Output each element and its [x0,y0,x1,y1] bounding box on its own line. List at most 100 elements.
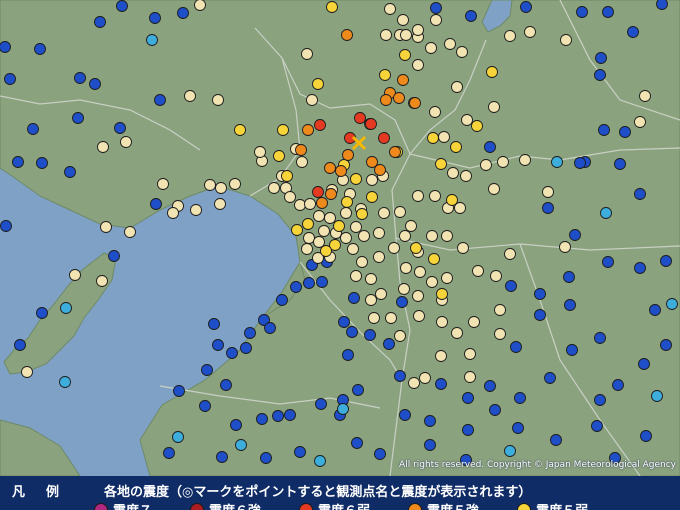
station-marker[interactable] [216,451,228,463]
station-marker[interactable] [591,420,603,432]
station-marker[interactable] [409,97,421,109]
station-marker[interactable] [59,376,71,388]
station-marker[interactable] [594,394,606,406]
station-marker[interactable] [494,328,506,340]
station-marker[interactable] [276,294,288,306]
station-marker[interactable] [534,288,546,300]
station-marker[interactable] [446,194,458,206]
station-marker[interactable] [296,156,308,168]
station-marker[interactable] [419,372,431,384]
station-marker[interactable] [120,136,132,148]
station-marker[interactable] [410,242,422,254]
station-marker[interactable] [303,232,315,244]
station-marker[interactable] [326,1,338,13]
station-marker[interactable] [212,339,224,351]
station-marker[interactable] [304,198,316,210]
station-marker[interactable] [312,78,324,90]
station-marker[interactable] [612,379,624,391]
station-marker[interactable] [290,281,302,293]
station-marker[interactable] [374,164,386,176]
station-marker[interactable] [163,447,175,459]
station-marker[interactable] [598,124,610,136]
station-marker[interactable] [412,24,424,36]
station-marker[interactable] [614,158,626,170]
station-marker[interactable] [563,271,575,283]
station-marker[interactable] [215,182,227,194]
station-marker[interactable] [394,370,406,382]
station-marker[interactable] [354,112,366,124]
station-marker[interactable] [447,167,459,179]
station-marker[interactable] [14,339,26,351]
station-marker[interactable] [426,230,438,242]
station-marker[interactable] [324,212,336,224]
station-marker[interactable] [430,2,442,14]
station-marker[interactable] [220,379,232,391]
station-marker[interactable] [212,94,224,106]
station-marker[interactable] [337,403,349,415]
station-marker[interactable] [204,179,216,191]
station-marker[interactable] [318,225,330,237]
station-marker[interactable] [435,158,447,170]
station-marker[interactable] [569,229,581,241]
station-marker[interactable] [348,292,360,304]
station-marker[interactable] [373,227,385,239]
station-marker[interactable] [435,378,447,390]
station-marker[interactable] [426,276,438,288]
station-marker[interactable] [365,118,377,130]
station-marker[interactable] [602,6,614,18]
station-marker[interactable] [21,366,33,378]
station-marker[interactable] [594,69,606,81]
station-marker[interactable] [394,330,406,342]
station-marker[interactable] [190,204,202,216]
station-marker[interactable] [194,0,206,11]
station-marker[interactable] [574,157,586,169]
station-marker[interactable] [74,72,86,84]
station-marker[interactable] [441,272,453,284]
station-marker[interactable] [27,123,39,135]
station-marker[interactable] [488,183,500,195]
station-marker[interactable] [412,190,424,202]
station-marker[interactable] [465,10,477,22]
station-marker[interactable] [240,342,252,354]
station-marker[interactable] [312,186,324,198]
station-marker[interactable] [639,90,651,102]
station-marker[interactable] [389,146,401,158]
station-marker[interactable] [414,266,426,278]
station-marker[interactable] [484,380,496,392]
station-marker[interactable] [199,400,211,412]
station-marker[interactable] [520,1,532,13]
station-marker[interactable] [325,188,337,200]
station-marker[interactable] [651,390,663,402]
station-marker[interactable] [451,327,463,339]
station-marker[interactable] [542,186,554,198]
station-marker[interactable] [600,207,612,219]
station-marker[interactable] [550,434,562,446]
station-marker[interactable] [472,265,484,277]
station-marker[interactable] [378,207,390,219]
station-marker[interactable] [408,377,420,389]
station-marker[interactable] [365,294,377,306]
station-marker[interactable] [497,156,509,168]
station-marker[interactable] [340,207,352,219]
station-marker[interactable] [36,157,48,169]
station-marker[interactable] [314,119,326,131]
station-marker[interactable] [634,188,646,200]
station-marker[interactable] [488,101,500,113]
station-marker[interactable] [430,14,442,26]
station-marker[interactable] [320,245,332,257]
station-marker[interactable] [519,154,531,166]
station-marker[interactable] [295,144,307,156]
station-marker[interactable] [272,410,284,422]
station-marker[interactable] [380,29,392,41]
station-marker[interactable] [373,251,385,263]
station-marker[interactable] [468,316,480,328]
station-marker[interactable] [72,112,84,124]
station-marker[interactable] [494,304,506,316]
station-marker[interactable] [576,6,588,18]
station-marker[interactable] [116,0,128,12]
station-marker[interactable] [490,270,502,282]
station-marker[interactable] [0,220,12,232]
station-marker[interactable] [489,404,501,416]
station-marker[interactable] [36,307,48,319]
station-marker[interactable] [346,326,358,338]
